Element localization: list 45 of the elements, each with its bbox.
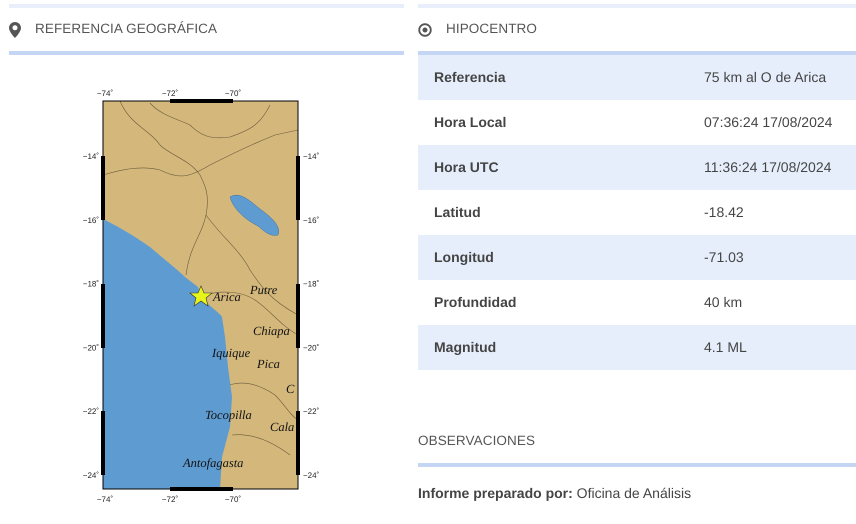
row-value: 4.1 ML bbox=[704, 338, 747, 357]
tick-label: −20˚ bbox=[303, 343, 320, 352]
tick-label: −14˚ bbox=[82, 152, 99, 161]
row-value: -18.42 bbox=[704, 203, 744, 222]
row-value: 07:36:24 17/08/2024 bbox=[704, 113, 832, 132]
report-text: Informe preparado por: Oficina de Análisis bbox=[418, 484, 692, 503]
tick-label: −18˚ bbox=[303, 280, 320, 289]
row-value: -71.03 bbox=[704, 248, 744, 267]
place-label: Pica bbox=[257, 357, 280, 371]
place-label: Arica bbox=[213, 290, 241, 304]
tick-label: −18˚ bbox=[82, 280, 99, 289]
row-label: Latitud bbox=[434, 203, 482, 222]
target-icon bbox=[418, 22, 432, 36]
row-value: 75 km al O de Arica bbox=[704, 68, 826, 87]
place-label: Putre bbox=[250, 283, 278, 297]
place-label: Cala bbox=[270, 420, 294, 434]
row-value: 40 km bbox=[704, 293, 742, 312]
tick-label: −24˚ bbox=[82, 471, 99, 480]
tick-label: −20˚ bbox=[82, 343, 99, 352]
row-label: Longitud bbox=[434, 248, 495, 267]
row-value: 11:36:24 17/08/2024 bbox=[704, 158, 832, 177]
row-label: Hora Local bbox=[434, 113, 508, 132]
row-label: Magnitud bbox=[434, 338, 498, 357]
tick-label: −70˚ bbox=[224, 89, 242, 98]
tick-label: −16˚ bbox=[82, 216, 99, 225]
tick-label: −72˚ bbox=[162, 495, 178, 504]
tick-label: −70˚ bbox=[224, 495, 242, 504]
section-title: OBSERVACIONES bbox=[418, 432, 536, 450]
map-pin-icon bbox=[9, 22, 21, 38]
row-label: Hora UTC bbox=[434, 158, 500, 177]
section-title: HIPOCENTRO bbox=[446, 20, 538, 38]
tick-label: −22˚ bbox=[303, 407, 320, 416]
row-label: Referencia bbox=[434, 68, 507, 87]
tick-label: −16˚ bbox=[303, 216, 320, 225]
row-label: Profundidad bbox=[434, 293, 518, 312]
tick-label: −24˚ bbox=[303, 471, 320, 480]
star-icon bbox=[189, 285, 213, 307]
section-title: REFERENCIA GEOGRÁFICA bbox=[35, 20, 218, 38]
place-label: C bbox=[286, 382, 294, 396]
place-label: Chiapa bbox=[253, 324, 290, 338]
tick-label: −14˚ bbox=[303, 152, 320, 161]
tick-label: −74˚ bbox=[96, 495, 114, 504]
tick-label: −72˚ bbox=[162, 89, 178, 98]
tick-label: −74˚ bbox=[96, 89, 114, 98]
tick-label: −22˚ bbox=[82, 407, 99, 416]
